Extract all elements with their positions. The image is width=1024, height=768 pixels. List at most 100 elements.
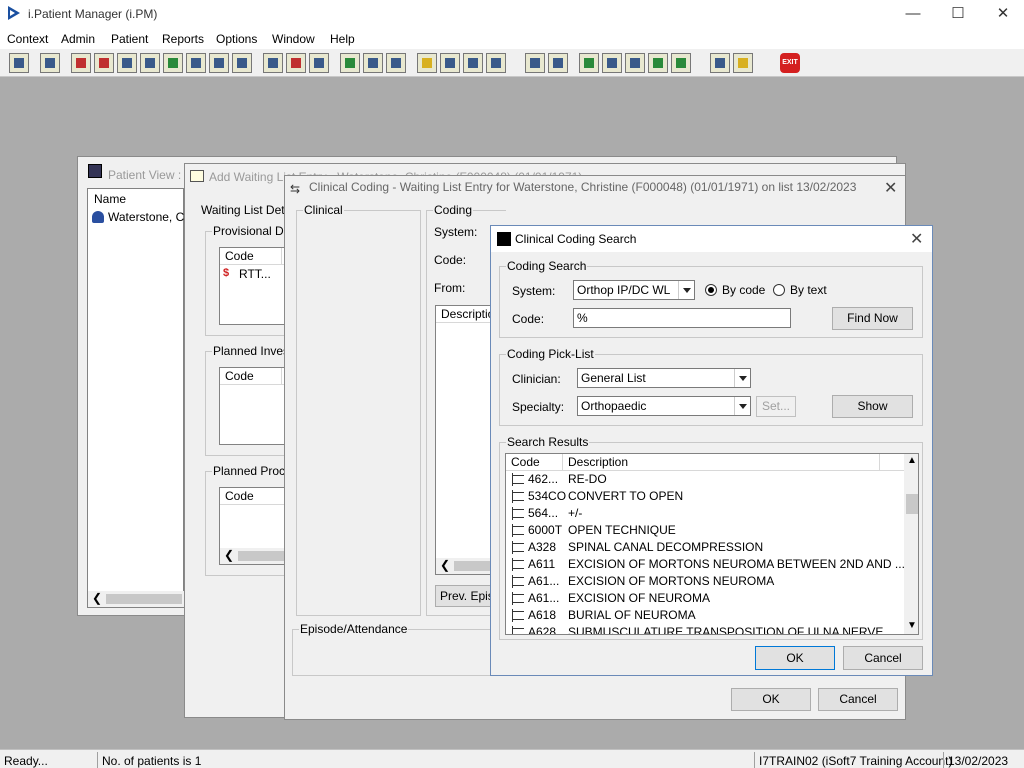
code-link-icon [512,490,524,503]
show-button[interactable]: Show [832,395,913,418]
result-code: A61... [528,574,560,588]
patient-list: Name Waterstone, Chr ❮ [87,188,195,608]
doc-icon[interactable] [363,53,383,73]
clock-icon[interactable] [286,53,306,73]
chart-icon[interactable] [340,53,360,73]
list-item[interactable]: 534CO CONVERT TO OPEN [506,488,904,505]
scroll-left-icon[interactable]: ❮ [224,548,234,562]
by-text-label[interactable]: By text [790,283,827,297]
scroll-left-icon[interactable]: ❮ [92,591,102,605]
person-icon[interactable] [163,53,183,73]
globe-icon[interactable] [579,53,599,73]
card-icon[interactable] [232,53,252,73]
code-link-icon [512,558,524,571]
coding-ok-button[interactable]: OK [731,688,811,711]
app-title: i.Patient Manager (i.PM) [28,7,158,21]
list-item[interactable]: 462... RE-DO [506,471,904,488]
by-text-radio[interactable] [773,284,785,296]
results-code-header[interactable]: Code [506,454,563,471]
menu-context[interactable]: Context [7,32,48,46]
code-link-icon [512,541,524,554]
search-ok-button[interactable]: OK [755,646,835,670]
clinical-label: Clinical [303,203,344,217]
monitor-icon[interactable] [309,53,329,73]
magnify-icon[interactable] [263,53,283,73]
maximize-button[interactable]: ☐ [935,0,981,29]
by-code-radio[interactable] [705,284,717,296]
list-item[interactable]: 6000T OPEN TECHNIQUE [506,522,904,539]
list-item[interactable]: A611 EXCISION OF MORTONS NEUROMA BETWEEN … [506,556,905,573]
search-dialog-close-icon[interactable]: ✕ [910,229,923,249]
scroll-down-icon[interactable]: ▼ [907,620,917,631]
notes-icon[interactable] [417,53,437,73]
chevron-down-icon[interactable] [734,369,750,387]
swap-icon[interactable] [710,53,730,73]
scroll-thumb[interactable] [106,594,182,604]
status-patient-count: No. of patients is 1 [97,752,747,768]
search-dialog-titlebar: Clinical Coding Search ✕ [491,226,932,252]
scroll-left-icon[interactable]: ❮ [440,558,450,572]
scroll-up-icon[interactable]: ▲ [907,455,917,466]
page-icon[interactable] [525,53,545,73]
list-icon[interactable] [209,53,229,73]
search-results-list: Code Description 462... RE-DO 534CO CONVER… [505,453,919,635]
doc-arrow-icon[interactable] [625,53,645,73]
chevron-down-icon[interactable] [678,281,694,299]
edit-doc-icon[interactable] [602,53,622,73]
diag-row-code[interactable]: RTT... [239,267,271,281]
episode-group: Episode/Attendance [292,622,497,676]
menu-reports[interactable]: Reports [162,32,204,46]
system-value: Orthop IP/DC WL [577,283,671,297]
list-item[interactable]: 564... +/- [506,505,904,522]
menu-window[interactable]: Window [272,32,315,46]
book-edit-icon[interactable] [94,53,114,73]
green-check-icon[interactable] [648,53,668,73]
form-icon[interactable] [117,53,137,73]
menu-patient[interactable]: Patient [111,32,148,46]
minimize-button[interactable]: — [890,0,936,29]
find-now-button[interactable]: Find Now [832,307,913,330]
by-code-label[interactable]: By code [722,283,765,297]
patient-view-title: Patient View : [108,168,182,182]
list-item[interactable]: A618 BURIAL OF NEUROMA [506,607,904,624]
patient-hscroll[interactable]: ❮ [88,591,185,607]
exit-icon[interactable]: EXIT [780,53,800,73]
menu-admin[interactable]: Admin [61,32,95,46]
dial-icon[interactable] [386,53,406,73]
patient-row[interactable]: Waterstone, Chr [88,209,195,226]
chevron-down-icon[interactable] [734,397,750,415]
patient-icon[interactable] [9,53,29,73]
green-doc-icon[interactable] [671,53,691,73]
transfer-icon[interactable] [486,53,506,73]
code-input[interactable]: % [573,308,791,328]
set-button[interactable]: Set... [756,396,796,417]
list-item[interactable]: A328 SPINAL CANAL DECOMPRESSION [506,539,904,556]
menu-help[interactable]: Help [330,32,355,46]
clinician-select[interactable]: General List [577,368,751,388]
results-vscroll[interactable]: ▲ ▼ [904,454,918,634]
menu-options[interactable]: Options [216,32,257,46]
close-button[interactable]: ✕ [980,0,1024,29]
printer-icon[interactable] [40,53,60,73]
ambulance-icon[interactable] [463,53,483,73]
note-icon[interactable] [186,53,206,73]
list-item[interactable]: A61... EXCISION OF MORTONS NEUROMA [506,573,904,590]
result-description: RE-DO [568,472,607,486]
clinical-coding-title: Clinical Coding - Waiting List Entry for… [309,180,857,194]
list-item[interactable]: A61... EXCISION OF NEUROMA [506,590,904,607]
clinical-coding-close-icon[interactable]: ✕ [884,178,897,198]
warning-icon[interactable] [733,53,753,73]
system-select[interactable]: Orthop IP/DC WL [573,280,695,300]
coding-cancel-button[interactable]: Cancel [818,688,898,711]
m-icon[interactable] [140,53,160,73]
specialty-select[interactable]: Orthopaedic [577,396,751,416]
code-link-icon [512,575,524,588]
check-doc-icon[interactable] [440,53,460,73]
list-item[interactable]: A628 SUBMUSCULATURE TRANSPOSITION OF ULNA… [506,624,904,634]
scroll-thumb[interactable] [906,494,918,514]
results-description-header[interactable]: Description [563,454,880,471]
search-cancel-button[interactable]: Cancel [843,646,923,670]
bar-chart-icon[interactable] [548,53,568,73]
coding-from-label: From: [434,281,466,295]
book-icon[interactable] [71,53,91,73]
